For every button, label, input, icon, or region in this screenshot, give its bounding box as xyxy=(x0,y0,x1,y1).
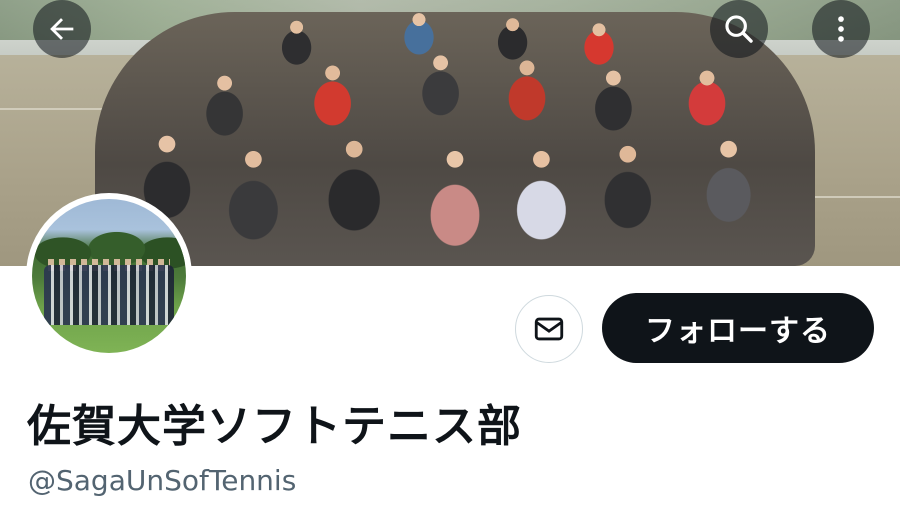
search-icon xyxy=(725,15,753,43)
more-options-button[interactable] xyxy=(812,0,870,58)
more-vertical-icon xyxy=(838,16,844,42)
avatar-image xyxy=(32,199,186,353)
user-handle: @SagaUnSofTennis xyxy=(28,464,297,497)
display-name: 佐賀大学ソフトテニス部 xyxy=(27,401,522,452)
back-button[interactable] xyxy=(33,0,91,58)
profile-avatar[interactable] xyxy=(26,193,192,359)
message-button[interactable] xyxy=(515,295,583,363)
avatar-group xyxy=(44,265,174,325)
search-button[interactable] xyxy=(710,0,768,58)
team-photo-faces xyxy=(95,12,815,266)
arrow-left-icon xyxy=(50,18,74,40)
follow-button[interactable]: フォローする xyxy=(602,293,874,363)
mail-icon xyxy=(534,317,564,341)
